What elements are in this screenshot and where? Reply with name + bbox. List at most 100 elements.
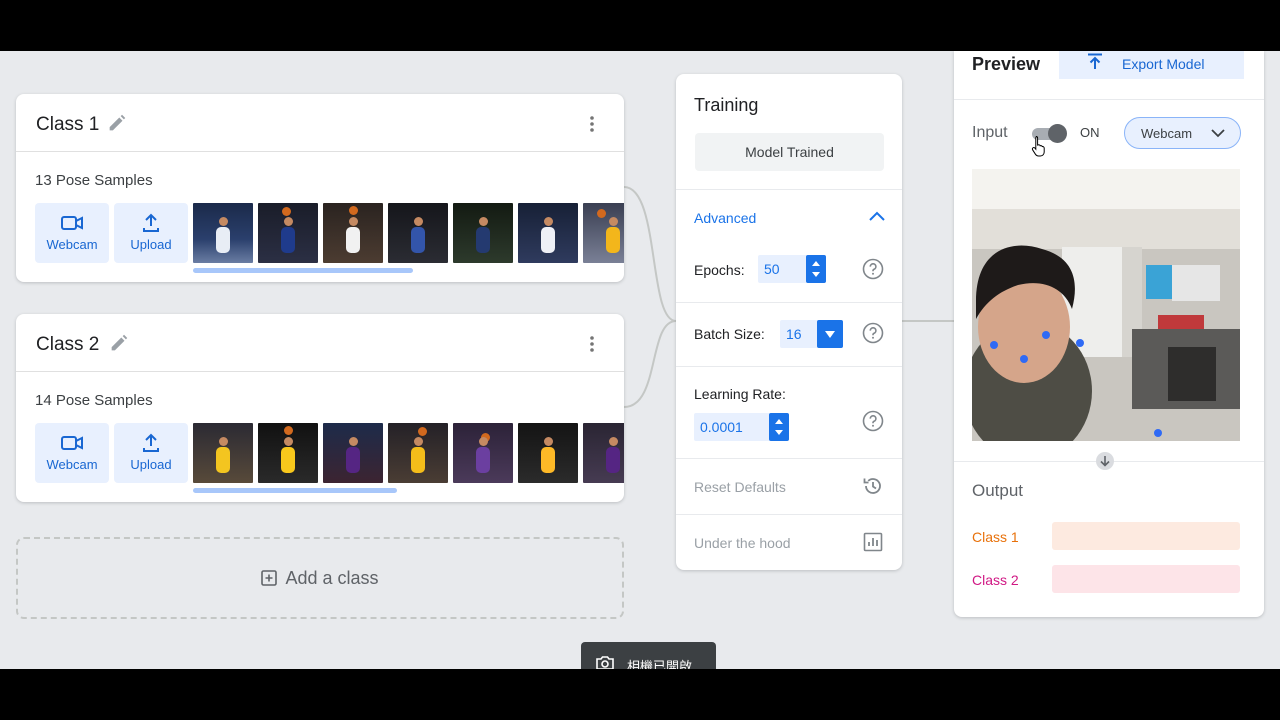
hand-cursor-icon <box>1031 136 1045 157</box>
history-icon[interactable] <box>862 475 884 497</box>
sample-thumbnails[interactable] <box>193 423 624 483</box>
sample-thumbnail[interactable] <box>323 203 383 263</box>
camera-icon <box>596 656 614 669</box>
learning-rate-value: 0.0001 <box>700 419 743 435</box>
webcam-button[interactable]: Webcam <box>35 423 109 483</box>
toggle-state-label: ON <box>1080 125 1100 140</box>
sample-thumbnail[interactable] <box>388 423 448 483</box>
class-card-2: Class 2 14 Pose Samples Webcam Upload <box>16 314 624 502</box>
advanced-toggle-label[interactable]: Advanced <box>694 210 756 226</box>
help-icon[interactable] <box>862 410 884 432</box>
upload-button[interactable]: Upload <box>114 423 188 483</box>
webcam-preview <box>972 169 1240 441</box>
training-panel: Training Model Trained Advanced Epochs: … <box>676 74 902 570</box>
class-title[interactable]: Class 2 <box>36 334 99 356</box>
sample-thumbnail[interactable] <box>453 423 513 483</box>
add-class-label: Add a class <box>285 568 379 588</box>
thumbnail-scrollbar[interactable] <box>193 488 397 493</box>
epochs-label: Epochs: <box>694 262 745 278</box>
sample-thumbnail[interactable] <box>388 203 448 263</box>
sample-thumbnail[interactable] <box>518 203 578 263</box>
webcam-frame <box>972 169 1240 441</box>
arrow-down-icon <box>1096 452 1114 470</box>
input-label: Input <box>972 124 1008 141</box>
stepper-arrows-icon <box>812 261 820 277</box>
upload-icon <box>143 213 159 232</box>
divider <box>676 514 902 515</box>
divider <box>676 302 902 303</box>
camera-toast: 相機已開啟 <box>581 642 716 669</box>
sample-thumbnails[interactable] <box>193 203 624 263</box>
sample-thumbnail[interactable] <box>258 203 318 263</box>
add-box-icon <box>261 570 278 586</box>
workspace-canvas: Class 1 13 Pose Samples Webcam Upload Cl… <box>0 51 1280 669</box>
caret-down-icon <box>825 331 835 338</box>
divider <box>676 189 902 190</box>
class-title[interactable]: Class 1 <box>36 114 99 136</box>
batch-size-value: 16 <box>786 326 802 342</box>
toast-message: 相機已開啟 <box>627 659 693 669</box>
webcam-button[interactable]: Webcam <box>35 203 109 263</box>
chevron-up-icon[interactable] <box>868 210 886 222</box>
edit-pencil-icon[interactable] <box>106 112 128 134</box>
class-header: Class 1 <box>16 94 624 152</box>
batch-size-select[interactable]: 16 <box>780 320 843 348</box>
preview-title: Preview <box>972 54 1041 74</box>
under-the-hood-button[interactable]: Under the hood <box>694 535 791 551</box>
epochs-value: 50 <box>764 261 780 277</box>
video-camera-icon <box>61 216 83 230</box>
video-camera-icon <box>61 436 83 450</box>
chevron-down-icon <box>1211 129 1225 138</box>
learning-rate-label: Learning Rate: <box>694 386 786 402</box>
sample-thumbnail[interactable] <box>193 423 253 483</box>
class-header: Class 2 <box>16 314 624 372</box>
upload-icon <box>143 433 159 452</box>
export-icon <box>1088 53 1102 69</box>
batch-size-dropdown[interactable] <box>817 320 843 348</box>
output-label: Output <box>972 481 1024 500</box>
divider <box>954 99 1264 100</box>
training-title: Training <box>694 95 759 115</box>
sample-count: 13 Pose Samples <box>35 172 153 189</box>
output-class-2-bar <box>1052 565 1240 593</box>
divider <box>676 458 902 459</box>
thumbnail-scrollbar[interactable] <box>193 268 413 273</box>
upload-button-label: Upload <box>130 237 172 252</box>
export-model-button[interactable]: Export Model <box>1059 51 1244 79</box>
input-source-select[interactable]: Webcam <box>1124 117 1241 149</box>
add-class-button[interactable]: Add a class <box>16 537 624 619</box>
class-card-1: Class 1 13 Pose Samples Webcam Upload <box>16 94 624 282</box>
preview-panel: Preview Export Model Input ON Webcam Out… <box>954 51 1264 617</box>
bar-chart-icon[interactable] <box>862 531 884 553</box>
upload-button[interactable]: Upload <box>114 203 188 263</box>
input-source-value: Webcam <box>1141 126 1193 141</box>
batch-size-label: Batch Size: <box>694 326 765 342</box>
more-options-icon[interactable] <box>582 114 602 134</box>
reset-defaults-button[interactable]: Reset Defaults <box>694 479 786 495</box>
epochs-stepper[interactable] <box>806 255 826 283</box>
sample-thumbnail[interactable] <box>323 423 383 483</box>
learning-rate-stepper[interactable] <box>769 413 789 441</box>
sample-thumbnail[interactable] <box>583 423 624 483</box>
sample-thumbnail[interactable] <box>453 203 513 263</box>
output-class-2-label: Class 2 <box>972 572 1019 588</box>
stepper-arrows-icon <box>775 419 783 435</box>
export-model-label: Export Model <box>1122 56 1205 72</box>
sample-thumbnail[interactable] <box>518 423 578 483</box>
more-options-icon[interactable] <box>582 334 602 354</box>
sample-thumbnail[interactable] <box>258 423 318 483</box>
sample-count: 14 Pose Samples <box>35 392 153 409</box>
sample-thumbnail[interactable] <box>583 203 624 263</box>
divider <box>676 366 902 367</box>
output-class-1-label: Class 1 <box>972 529 1019 545</box>
epochs-input[interactable]: 50 <box>758 255 826 283</box>
learning-rate-input[interactable]: 0.0001 <box>694 413 789 441</box>
help-icon[interactable] <box>862 258 884 280</box>
webcam-button-label: Webcam <box>46 237 98 252</box>
output-class-1-bar <box>1052 522 1240 550</box>
edit-pencil-icon[interactable] <box>108 332 130 354</box>
sample-thumbnail[interactable] <box>193 203 253 263</box>
train-model-button[interactable]: Model Trained <box>695 133 884 171</box>
help-icon[interactable] <box>862 322 884 344</box>
upload-button-label: Upload <box>130 457 172 472</box>
